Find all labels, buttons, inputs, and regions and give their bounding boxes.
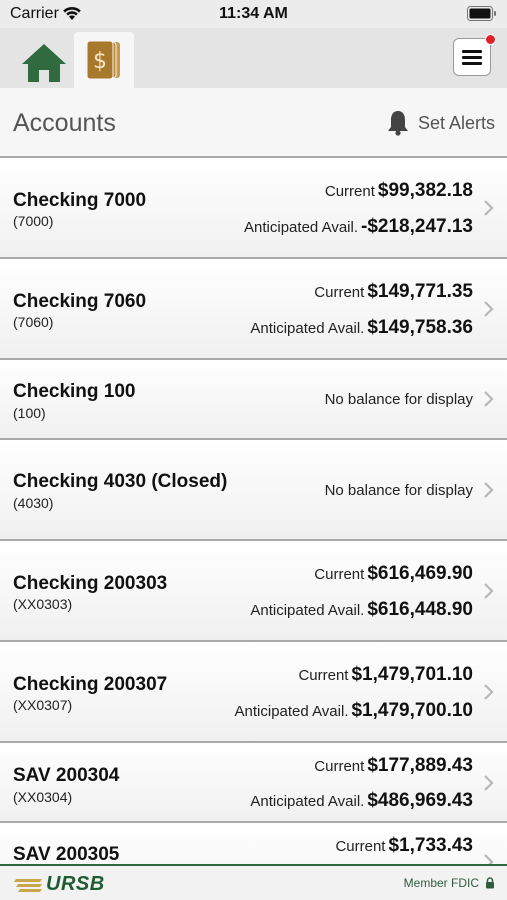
account-name: SAV 200304 — [13, 765, 120, 786]
current-balance: Current $177,889.43 — [314, 755, 473, 777]
anticipated-label: Anticipated Avail. — [250, 602, 365, 619]
page-title: Accounts — [13, 109, 116, 137]
account-number: (4030) — [13, 495, 54, 511]
anticipated-label: Anticipated Avail. — [250, 320, 365, 337]
current-value: $1,733.43 — [388, 835, 473, 856]
bank-logo: URSB — [14, 872, 105, 896]
fdic-label: Member FDIC — [403, 876, 479, 890]
current-balance: Current $149,771.35 — [314, 281, 473, 303]
current-value: $99,382.18 — [377, 180, 473, 201]
anticipated-label: Anticipated Avail. — [234, 703, 349, 720]
anticipated-balance: Anticipated Avail. $616,448.90 — [250, 599, 473, 621]
anticipated-balance: Anticipated Avail. -$218,247.13 — [244, 216, 473, 238]
account-row[interactable]: Checking 4030 (Closed) (4030) No balance… — [0, 440, 507, 541]
account-number: (XX0303) — [13, 596, 73, 612]
current-balance: Current $99,382.18 — [325, 180, 473, 202]
anticipated-label: Anticipated Avail. — [244, 219, 358, 236]
account-name: Checking 7060 — [13, 291, 147, 312]
account-number: (7060) — [13, 314, 54, 330]
anticipated-balance: Anticipated Avail. $1,479,700.10 — [235, 700, 473, 722]
set-alerts-button[interactable]: Set Alerts — [386, 109, 495, 137]
no-balance-text: No balance for display — [324, 482, 473, 499]
home-icon[interactable] — [20, 42, 68, 84]
account-row[interactable]: SAV 200304 (XX0304) Current $177,889.43 … — [0, 743, 507, 823]
chevron-right-icon — [484, 301, 494, 317]
chevron-right-icon — [484, 854, 494, 864]
account-row[interactable]: SAV 200305 Current $1,733.43 — [0, 823, 507, 864]
account-number: (7000) — [13, 213, 54, 229]
current-balance: Current $1,733.43 — [335, 835, 473, 857]
current-label: Current — [314, 758, 365, 775]
current-value: $616,469.90 — [367, 563, 473, 584]
current-label: Current — [335, 838, 386, 855]
current-value: $1,479,701.10 — [351, 664, 473, 685]
accounts-list[interactable]: Checking 7000 (7000) Current $99,382.18 … — [0, 158, 507, 864]
menu-button[interactable] — [453, 34, 496, 76]
chevron-right-icon — [484, 482, 494, 498]
account-name: Checking 100 — [13, 381, 136, 402]
chevron-right-icon — [484, 775, 494, 791]
logo-swoosh-icon — [14, 879, 42, 892]
anticipated-value: $149,758.36 — [367, 317, 473, 338]
current-label: Current — [314, 284, 365, 301]
current-value: $177,889.43 — [367, 755, 473, 776]
set-alerts-label: Set Alerts — [417, 112, 495, 133]
anticipated-value: $486,969.43 — [367, 790, 473, 811]
chevron-right-icon — [484, 583, 494, 599]
member-fdic: Member FDIC — [404, 876, 495, 890]
anticipated-value: $616,448.90 — [367, 599, 473, 620]
current-label: Current — [324, 183, 375, 200]
clock: 11:34 AM — [219, 5, 288, 22]
svg-text:$: $ — [93, 49, 107, 74]
current-balance: Current $1,479,701.10 — [298, 664, 473, 686]
account-row[interactable]: Checking 7060 (7060) Current $149,771.35… — [0, 259, 507, 360]
status-bar: Carrier 11:34 AM — [0, 0, 507, 28]
anticipated-value: -$218,247.13 — [361, 216, 473, 237]
accounts-header: Accounts Set Alerts — [0, 88, 507, 158]
account-number: (XX0304) — [13, 789, 73, 805]
top-nav: $ — [0, 28, 507, 88]
anticipated-balance: Anticipated Avail. $149,758.36 — [250, 317, 473, 339]
account-row[interactable]: Checking 100 (100) No balance for displa… — [0, 360, 507, 440]
chevron-right-icon — [484, 684, 494, 700]
no-balance-text: No balance for display — [324, 391, 473, 408]
account-name: Checking 200307 — [13, 674, 168, 695]
current-value: $149,771.35 — [367, 281, 473, 302]
chevron-right-icon — [484, 200, 494, 216]
account-name: Checking 4030 (Closed) — [13, 471, 228, 492]
logo-text: URSB — [46, 872, 105, 895]
footer: URSB Member FDIC — [0, 864, 507, 900]
notification-badge — [485, 34, 496, 45]
account-name: Checking 200303 — [13, 573, 168, 594]
anticipated-balance: Anticipated Avail. $486,969.43 — [250, 790, 473, 812]
chevron-right-icon — [484, 391, 494, 407]
account-row[interactable]: Checking 7000 (7000) Current $99,382.18 … — [0, 158, 507, 259]
accounts-tab[interactable]: $ — [74, 32, 134, 88]
account-name: SAV 200305 — [13, 844, 120, 864]
current-balance: Current $616,469.90 — [314, 563, 473, 585]
account-number: (XX0307) — [13, 697, 73, 713]
current-label: Current — [314, 566, 365, 583]
account-row[interactable]: Checking 200307 (XX0307) Current $1,479,… — [0, 642, 507, 743]
battery-icon — [467, 6, 496, 21]
account-name: Checking 7000 — [13, 190, 147, 211]
lock-icon — [486, 877, 494, 889]
anticipated-value: $1,479,700.10 — [351, 700, 473, 721]
account-row[interactable]: Checking 200303 (XX0303) Current $616,46… — [0, 541, 507, 642]
accounts-wallet-icon: $ — [86, 40, 120, 80]
account-number: (100) — [13, 405, 46, 421]
bell-icon — [387, 111, 408, 136]
anticipated-label: Anticipated Avail. — [250, 793, 365, 810]
current-label: Current — [298, 667, 349, 684]
